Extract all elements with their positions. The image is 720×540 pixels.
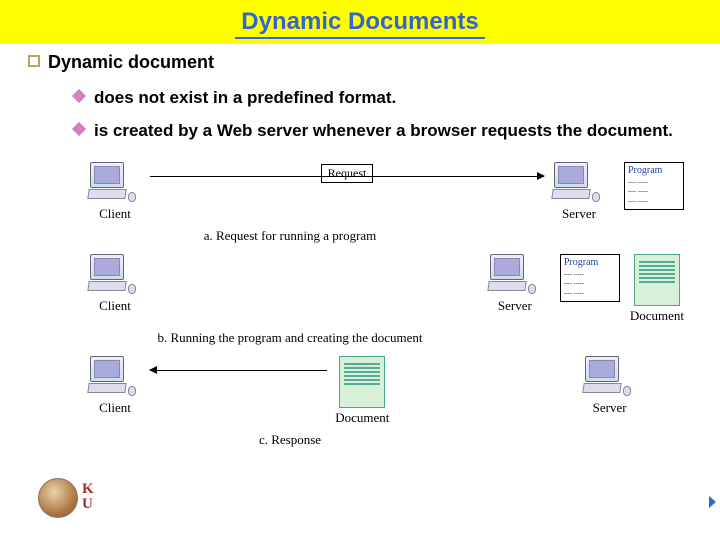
computer-icon: [554, 162, 604, 204]
server-label: Server: [593, 400, 627, 416]
diamond-bullet-icon: [72, 122, 86, 136]
square-bullet-icon: [28, 55, 40, 67]
computer-icon: [490, 254, 540, 296]
diagram-row-a: Client Request Server Program .... .....…: [80, 162, 684, 222]
program-box-a: Program .... ......... ......... .....: [624, 162, 684, 210]
program-icon: Program .... ......... ......... .....: [624, 162, 684, 210]
bullet-lvl2-b-text: is created by a Web server whenever a br…: [94, 120, 673, 141]
caption-b: b. Running the program and creating the …: [80, 330, 500, 346]
program-icon: Program .... ......... ......... .....: [560, 254, 620, 302]
diagram-row-b: Client Server Program .... ......... ...…: [80, 254, 684, 324]
bullet-lvl1-text: Dynamic document: [48, 52, 214, 73]
computer-icon: [90, 162, 140, 204]
caption-c: c. Response: [80, 432, 500, 448]
arrow-empty-b: [150, 254, 480, 269]
bullet-lvl2-b: is created by a Web server whenever a br…: [74, 120, 696, 141]
server-node-a: Server: [544, 162, 614, 222]
document-icon: [339, 356, 385, 408]
document-icon: [634, 254, 680, 306]
diagram-area: Client Request Server Program .... .....…: [0, 154, 720, 448]
document-label: Document: [630, 308, 684, 324]
arrow-c-right: [397, 356, 574, 371]
server-node-c: Server: [575, 356, 645, 416]
university-seal-icon: [38, 478, 78, 518]
server-label: Server: [498, 298, 532, 314]
client-label: Client: [99, 206, 131, 222]
caption-a: a. Request for running a program: [80, 228, 500, 244]
content-area: Dynamic document does not exist in a pre…: [0, 44, 720, 142]
bullet-lvl2-a-text: does not exist in a predefined format.: [94, 87, 396, 108]
bullet-lvl1: Dynamic document: [28, 52, 696, 73]
diamond-bullet-icon: [72, 89, 86, 103]
computer-icon: [90, 356, 140, 398]
title-underline: [235, 37, 485, 39]
client-label: Client: [99, 400, 131, 416]
server-label: Server: [562, 206, 596, 222]
footer-initials: KU: [82, 482, 94, 512]
computer-icon: [90, 254, 140, 296]
slide-title: Dynamic Documents: [241, 8, 478, 36]
document-box-c: Document: [335, 356, 389, 426]
client-node-b: Client: [80, 254, 150, 314]
title-bar: Dynamic Documents: [0, 0, 720, 44]
bullet-lvl2-a: does not exist in a predefined format.: [74, 87, 696, 108]
client-node-a: Client: [80, 162, 150, 222]
client-label: Client: [99, 298, 131, 314]
client-node-c: Client: [80, 356, 150, 416]
computer-icon: [585, 356, 635, 398]
document-label: Document: [335, 410, 389, 426]
program-box-b: Program .... ......... ......... .....: [560, 254, 620, 302]
program-title: Program: [628, 165, 662, 176]
document-box-b: Document: [630, 254, 684, 324]
arrow-request: Request: [150, 162, 544, 177]
arrow-response: [150, 356, 327, 371]
diagram-row-c: Client Document Server: [80, 356, 684, 426]
request-box: Request: [321, 164, 374, 183]
server-node-b: Server: [480, 254, 550, 314]
next-slide-icon[interactable]: [709, 496, 716, 508]
program-title: Program: [564, 257, 598, 268]
